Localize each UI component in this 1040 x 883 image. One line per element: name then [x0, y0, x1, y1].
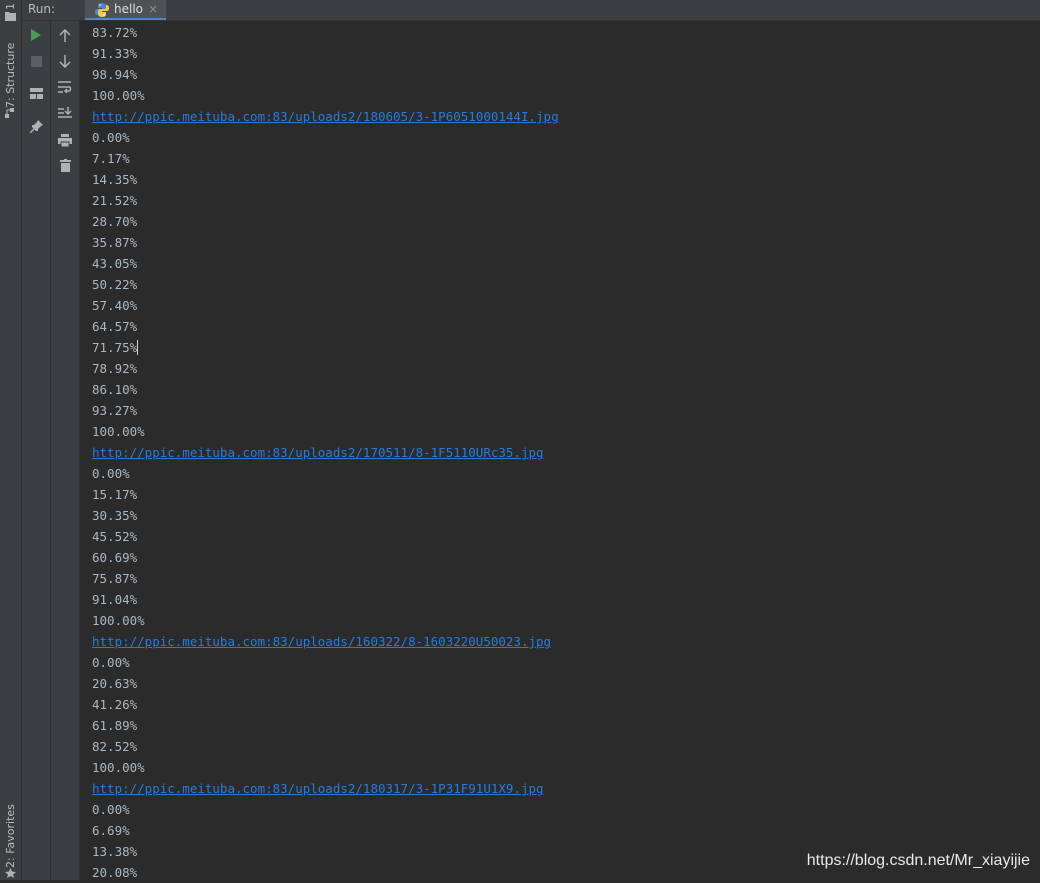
run-icon: [31, 29, 41, 41]
console-line: 100.00%: [92, 613, 145, 628]
project-tab[interactable]: 1: [1, 0, 21, 10]
console-line: 100.00%: [92, 760, 145, 775]
run-toolbar-primary: [22, 21, 51, 880]
close-icon[interactable]: ×: [148, 2, 158, 16]
console-line: 43.05%: [92, 256, 138, 271]
watermark: https://blog.csdn.net/Mr_xiayijie: [806, 852, 1030, 869]
console-line: 6.69%: [92, 823, 130, 838]
run-label: Run:: [28, 2, 56, 16]
python-icon: [95, 3, 109, 17]
pin-icon: [29, 119, 43, 133]
run-tab-hello[interactable]: hello ×: [85, 0, 166, 20]
console-line: 0.00%: [92, 802, 130, 817]
console-line: 61.89%: [92, 718, 138, 733]
print-icon: [58, 133, 72, 147]
console-line: 0.00%: [92, 130, 130, 145]
trash-icon: [59, 158, 71, 172]
console-line: 100.00%: [92, 424, 145, 439]
pin-tab-button[interactable]: [27, 117, 45, 135]
console-line: 86.10%: [92, 382, 138, 397]
console-line: 13.38%: [92, 844, 138, 859]
console-link-line[interactable]: http://ppic.meituba.com:83/uploads/16032…: [92, 631, 559, 652]
soft-wrap-icon: [58, 81, 72, 93]
star-icon: [5, 868, 16, 878]
console-line: 28.70%: [92, 214, 138, 229]
console-line: 91.33%: [92, 46, 138, 61]
console-line: 50.22%: [92, 277, 138, 292]
console-lines: 83.72% 91.33% 98.94% 100.00% http://ppic.mei…: [92, 22, 559, 883]
text-caret: [137, 340, 139, 355]
soft-wrap-button[interactable]: [56, 78, 74, 96]
run-toolbar-secondary: [51, 21, 80, 880]
console-line: 71.75%: [92, 340, 139, 355]
arrow-down-icon: [59, 54, 71, 68]
console-line: 57.40%: [92, 298, 138, 313]
console-line: 45.52%: [92, 529, 138, 544]
console-line: 41.26%: [92, 697, 138, 712]
console-line: 60.69%: [92, 550, 138, 565]
console-line: 30.35%: [92, 508, 138, 523]
folder-icon: [5, 12, 16, 21]
structure-tab[interactable]: 7: Structure: [1, 40, 21, 108]
run-panel-header: Run: hello ×: [22, 0, 1040, 21]
console-line: 14.35%: [92, 172, 138, 187]
console-line: 7.17%: [92, 151, 130, 166]
scroll-to-end-icon: [58, 107, 72, 118]
console-line: 100.00%: [92, 88, 145, 103]
arrow-up-icon: [59, 28, 71, 42]
rerun-button[interactable]: [27, 26, 45, 44]
restore-layout-button[interactable]: [27, 84, 45, 102]
console-output[interactable]: 83.72% 91.33% 98.94% 100.00% http://ppic.mei…: [80, 21, 1040, 880]
scroll-up-button[interactable]: [56, 26, 74, 44]
layout-icon: [29, 87, 43, 99]
clear-all-button[interactable]: [56, 156, 74, 174]
scroll-down-button[interactable]: [56, 52, 74, 70]
tool-window-strip: 1 7: Structure 2: Favorites: [0, 0, 22, 880]
console-line: 15.17%: [92, 487, 138, 502]
console-line: 20.63%: [92, 676, 138, 691]
stop-button[interactable]: [27, 52, 45, 70]
console-line: 35.87%: [92, 235, 138, 250]
console-link-line[interactable]: http://ppic.meituba.com:83/uploads2/1803…: [92, 778, 559, 799]
console-line: 83.72%: [92, 25, 138, 40]
console-line: 93.27%: [92, 403, 138, 418]
console-line: 82.52%: [92, 739, 138, 754]
console-line: 78.92%: [92, 361, 138, 376]
structure-icon: [5, 108, 14, 118]
console-line: 0.00%: [92, 466, 130, 481]
console-link-line[interactable]: http://ppic.meituba.com:83/uploads2/1806…: [92, 106, 559, 127]
stop-icon: [30, 55, 42, 67]
favorites-tab[interactable]: 2: Favorites: [1, 804, 21, 868]
console-line: 98.94%: [92, 67, 138, 82]
console-link-line[interactable]: http://ppic.meituba.com:83/uploads2/1705…: [92, 442, 559, 463]
run-tab-label: hello: [114, 2, 143, 16]
console-line: 91.04%: [92, 592, 138, 607]
console-line: 75.87%: [92, 571, 138, 586]
print-button[interactable]: [56, 131, 74, 149]
console-line: 21.52%: [92, 193, 138, 208]
console-line: 64.57%: [92, 319, 138, 334]
console-line: 0.00%: [92, 655, 130, 670]
scroll-to-end-button[interactable]: [56, 104, 74, 122]
